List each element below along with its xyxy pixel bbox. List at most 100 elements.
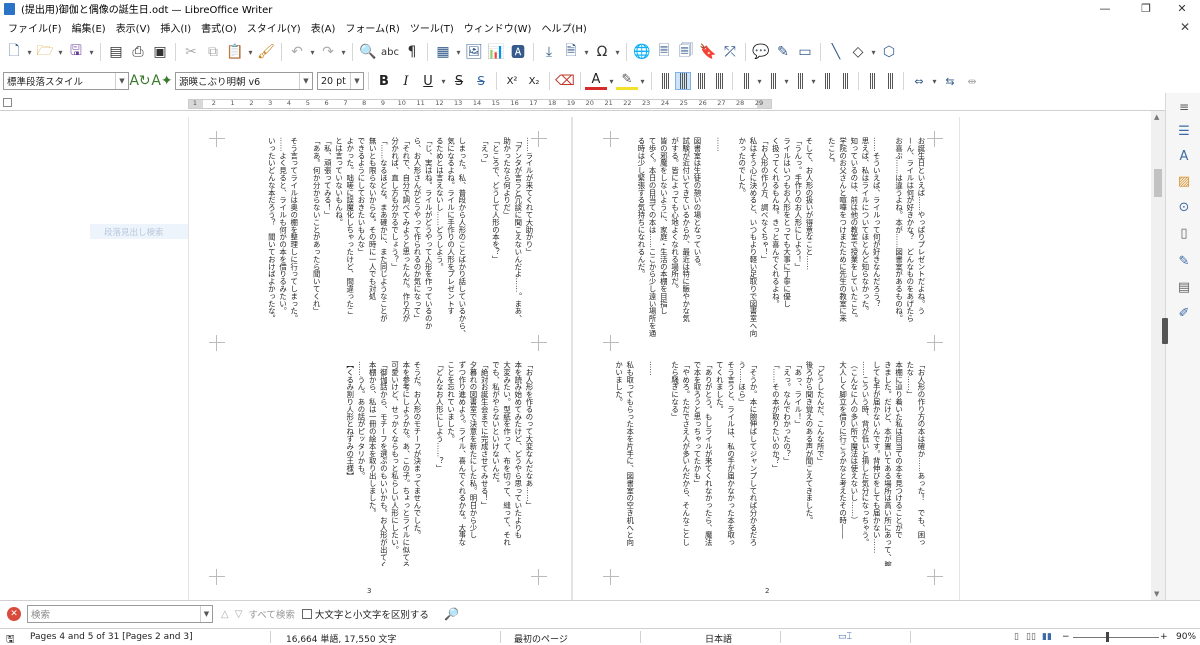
spelling-icon[interactable]: abc xyxy=(379,41,401,63)
bullets-icon[interactable] xyxy=(739,73,753,89)
outline-dropdown-icon[interactable]: ▾ xyxy=(809,70,818,92)
open-folder-icon[interactable]: 🗁 xyxy=(34,41,56,63)
line-spacing-icon[interactable]: ⇔ xyxy=(908,70,930,92)
line-icon[interactable]: ╲ xyxy=(825,41,847,63)
list-style-icon[interactable] xyxy=(820,73,834,89)
redo-dropdown-icon[interactable]: ▾ xyxy=(339,41,348,63)
decrease-paragraph-spacing-icon[interactable]: ⇹ xyxy=(961,70,983,92)
insert-mode-icon[interactable]: ▭⌶ xyxy=(838,632,852,642)
menu-styles[interactable]: スタイル(Y) xyxy=(242,20,306,35)
increase-paragraph-spacing-icon[interactable]: ⇆ xyxy=(939,70,961,92)
track-changes-icon[interactable]: ✎ xyxy=(772,41,794,63)
find-replace-icon[interactable]: 🔍 xyxy=(357,41,379,63)
properties-icon[interactable]: ☰ xyxy=(1176,123,1192,139)
chevron-down-icon[interactable]: ▼ xyxy=(200,606,212,622)
menu-view[interactable]: 表示(V) xyxy=(111,20,156,35)
page-2-upper-text[interactable]: お誕生日といえば……やっぱりプレゼントだよね。う ーん、ライルは何が好きかな？ … xyxy=(615,137,927,337)
cross-reference-icon[interactable]: ⤱ xyxy=(719,41,741,63)
clone-formatting-icon[interactable]: 🖌 xyxy=(255,41,277,63)
sidebar-menu-icon[interactable]: ≡ xyxy=(1176,99,1192,115)
sidebar-collapse-handle[interactable] xyxy=(1162,318,1168,344)
menu-tools[interactable]: ツール(T) xyxy=(405,20,459,35)
align-top-icon[interactable] xyxy=(658,73,672,89)
undo-dropdown-icon[interactable]: ▾ xyxy=(308,41,317,63)
hyperlink-icon[interactable]: 🌐 xyxy=(631,41,653,63)
page-2-lower-text[interactable]: 「お人形の作り方の本は確か……あった！ でも、困っ たな……」 本棚に辿り着いた… xyxy=(615,361,927,566)
new-dropdown-icon[interactable]: ▾ xyxy=(25,41,34,63)
insert-chart-icon[interactable]: 📊 xyxy=(485,41,507,63)
font-name-combo[interactable]: 源暎こぶり明朝 v6 ▼ xyxy=(175,72,313,90)
special-char-dropdown-icon[interactable]: ▾ xyxy=(613,41,622,63)
basic-shapes-icon[interactable]: ◇ xyxy=(847,41,869,63)
insert-textbox-icon[interactable]: 🅰 xyxy=(507,41,529,63)
undo-icon[interactable]: ↶ xyxy=(286,41,308,63)
font-color-icon[interactable]: A xyxy=(585,72,607,90)
bold-button[interactable]: B xyxy=(373,71,395,91)
navigator-icon[interactable]: ⊙ xyxy=(1176,199,1192,215)
line-spacing-dropdown-icon[interactable]: ▾ xyxy=(930,70,939,92)
menu-table[interactable]: 表(A) xyxy=(306,20,341,35)
page-break-icon[interactable]: ⤓ xyxy=(538,41,560,63)
tab-stop-type-icon[interactable] xyxy=(3,98,12,107)
footnote-icon[interactable]: 🗏 xyxy=(653,41,675,63)
zoom-slider[interactable] xyxy=(1073,637,1159,638)
bookmark-icon[interactable]: 🔖 xyxy=(697,41,719,63)
menu-insert[interactable]: 挿入(I) xyxy=(155,20,196,35)
outline-icon[interactable] xyxy=(793,73,807,89)
gallery-icon[interactable]: ▨ xyxy=(1176,173,1192,189)
cut-icon[interactable]: ✂ xyxy=(180,41,202,63)
find-next-icon[interactable]: ▽ xyxy=(235,609,243,620)
numbering-dropdown-icon[interactable]: ▾ xyxy=(782,70,791,92)
update-style-icon[interactable]: A↻ xyxy=(129,70,151,92)
export-pdf-icon[interactable]: ▤ xyxy=(105,41,127,63)
outline-font-icon[interactable]: S̶ xyxy=(470,71,492,91)
justify-vertical-icon[interactable] xyxy=(712,73,726,89)
close-find-icon[interactable]: ✕ xyxy=(7,607,21,621)
menu-help[interactable]: ヘルプ(H) xyxy=(536,20,591,35)
chevron-down-icon[interactable]: ▼ xyxy=(350,73,363,89)
page-3[interactable]: ……ライルが来てくれて大助かり」 「アンタが言うと冗談に聞こえないんだよ……。ま… xyxy=(188,117,572,600)
zoom-level[interactable]: 90% xyxy=(1176,632,1196,642)
bullets-dropdown-icon[interactable]: ▾ xyxy=(755,70,764,92)
style-inspector-icon[interactable]: ✎ xyxy=(1176,253,1192,269)
find-all-button[interactable]: すべて検索 xyxy=(248,607,294,621)
new-style-icon[interactable]: A✦ xyxy=(151,70,173,92)
menu-file[interactable]: ファイル(F) xyxy=(3,20,67,35)
word-count[interactable]: 16,664 単語, 17,550 文字 xyxy=(286,632,396,645)
paste-icon[interactable]: 📋 xyxy=(224,41,246,63)
numbering-icon[interactable] xyxy=(766,73,780,89)
ruler-scale[interactable]: 1 2 1 2 3 4 5 6 7 8 9 10 11 12 13 14 15 16 17 18 19 20 21 22 23 2… xyxy=(188,99,772,109)
special-character-icon[interactable]: Ω xyxy=(591,41,613,63)
underline-dropdown-icon[interactable]: ▾ xyxy=(439,70,448,92)
find-replace-dialog-icon[interactable]: 🔎 xyxy=(443,605,461,623)
chevron-down-icon[interactable]: ▼ xyxy=(115,73,128,89)
increase-indent-icon[interactable] xyxy=(865,73,879,89)
open-dropdown-icon[interactable]: ▾ xyxy=(56,41,65,63)
menu-format[interactable]: 書式(O) xyxy=(196,20,242,35)
highlight-color-icon[interactable]: ✎ xyxy=(616,72,638,90)
design-icon[interactable]: ✐ xyxy=(1176,305,1192,321)
checkbox-box[interactable] xyxy=(301,609,312,619)
highlight-dropdown-icon[interactable]: ▾ xyxy=(638,70,647,92)
align-center-vertical-icon[interactable] xyxy=(675,72,691,90)
find-input[interactable]: 検索 ▼ xyxy=(27,605,213,623)
close-window-button[interactable]: ✕ xyxy=(1164,0,1200,17)
underline-button[interactable]: U xyxy=(417,71,439,91)
page-2[interactable]: お誕生日といえば……やっぱりプレゼントだよね。う ーん、ライルは何が好きかな？ … xyxy=(572,117,960,600)
save-dropdown-icon[interactable]: ▾ xyxy=(87,41,96,63)
book-view-icon[interactable]: ▮▮ xyxy=(1042,632,1052,642)
insert-table-icon[interactable]: ▦ xyxy=(432,41,454,63)
shapes-dropdown-icon[interactable]: ▾ xyxy=(869,41,878,63)
page-3-upper-text[interactable]: ……ライルが来てくれて大助かり」 「アンタが言うと冗談に聞こえないんだよ……。ま… xyxy=(227,137,535,337)
close-document-icon[interactable]: ✕ xyxy=(1180,20,1190,34)
page-3-lower-text[interactable]: 「お人形を作るのって大変なんだなあ……」 本を読み始めてみたけど、どうやら思って… xyxy=(227,361,535,566)
menu-window[interactable]: ウィンドウ(W) xyxy=(459,20,537,35)
draw-functions-icon[interactable]: ⬡ xyxy=(878,41,900,63)
italic-button[interactable]: I xyxy=(395,71,417,91)
page-icon[interactable]: ▯ xyxy=(1176,225,1192,241)
paste-dropdown-icon[interactable]: ▾ xyxy=(246,41,255,63)
scroll-up-icon[interactable]: ▲ xyxy=(1154,113,1159,121)
manage-changes-icon[interactable]: ▤ xyxy=(1176,279,1192,295)
page-info[interactable]: Pages 4 and 5 of 31 [Pages 2 and 3] xyxy=(30,632,193,642)
single-page-view-icon[interactable]: ▯ xyxy=(1014,632,1019,642)
